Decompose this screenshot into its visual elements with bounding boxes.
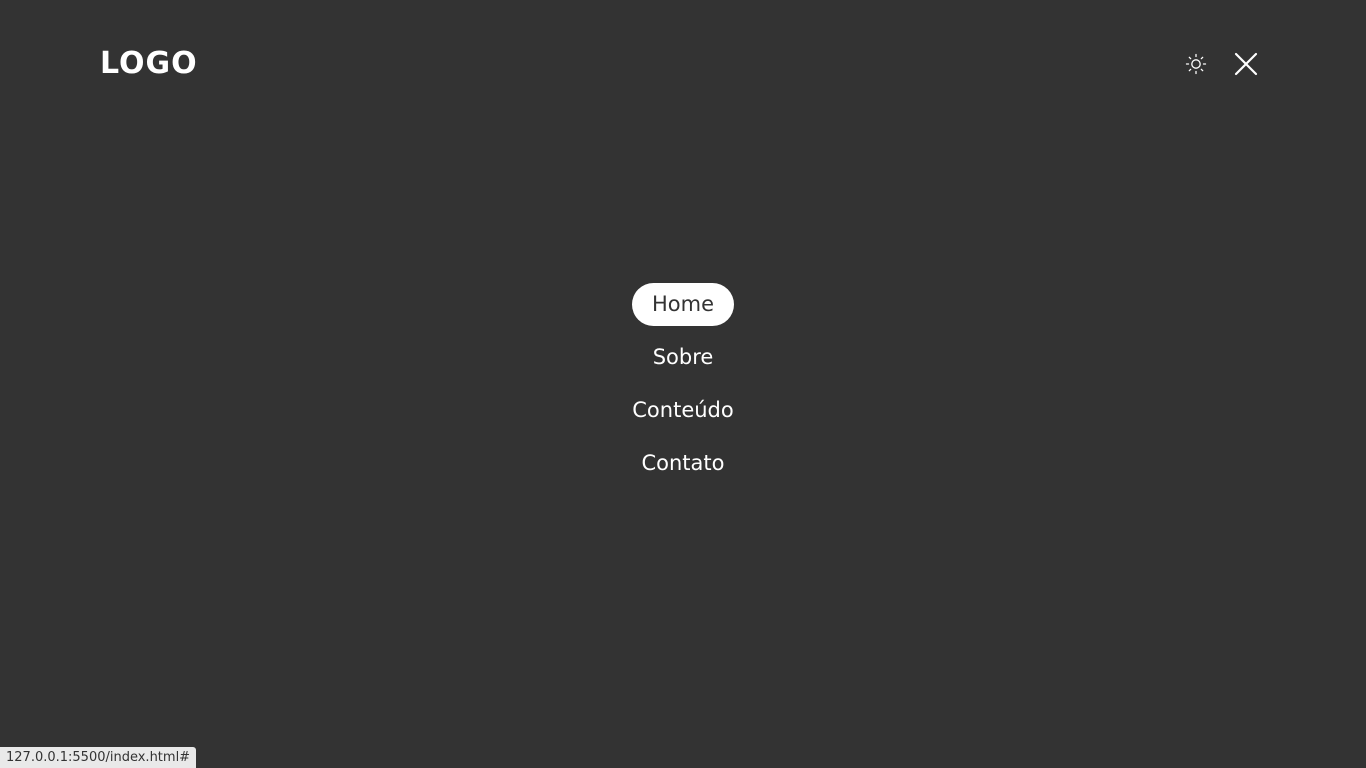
- logo[interactable]: LOGO: [100, 44, 198, 84]
- menu-item-sobre[interactable]: Sobre: [633, 336, 734, 379]
- menu-item-home[interactable]: Home: [631, 283, 734, 326]
- close-menu-button[interactable]: [1230, 48, 1262, 80]
- menu-item-contato[interactable]: Contato: [621, 442, 744, 485]
- page: LOGO Home Sobre Conteúdo Contato 127.0.0…: [0, 0, 1366, 768]
- link-status-bar: 127.0.0.1:5500/index.html#: [0, 747, 197, 768]
- menu-item-conteudo[interactable]: Conteúdo: [612, 389, 753, 432]
- sun-icon: [1185, 53, 1207, 75]
- close-icon: [1234, 52, 1258, 76]
- main-menu: Home Sobre Conteúdo Contato: [0, 283, 1366, 485]
- theme-toggle-button[interactable]: [1182, 50, 1210, 78]
